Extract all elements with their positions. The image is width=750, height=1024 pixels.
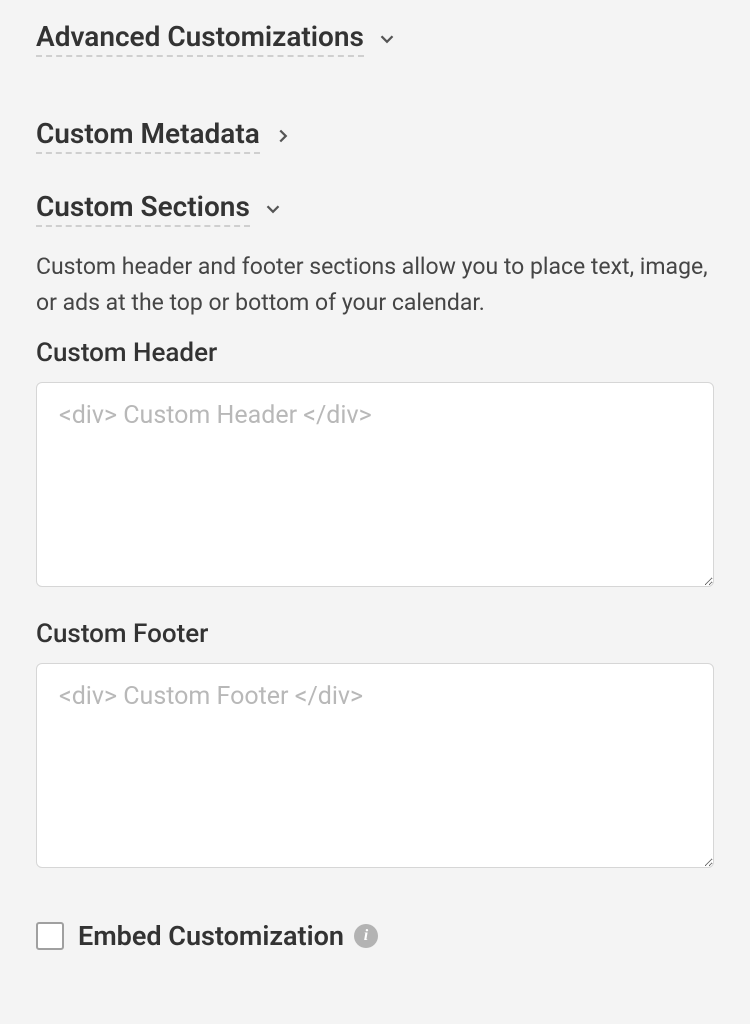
custom-metadata-title: Custom Metadata xyxy=(36,117,260,154)
chevron-down-icon xyxy=(376,28,398,50)
embed-customization-checkbox[interactable] xyxy=(36,922,64,950)
advanced-customizations-toggle[interactable]: Advanced Customizations xyxy=(36,20,714,61)
custom-header-input[interactable] xyxy=(36,382,714,587)
custom-header-label: Custom Header xyxy=(36,338,714,368)
custom-sections-title: Custom Sections xyxy=(36,190,250,227)
embed-customization-row: Embed Customization i xyxy=(36,920,714,952)
chevron-right-icon xyxy=(272,125,294,147)
advanced-customizations-title: Advanced Customizations xyxy=(36,20,364,57)
custom-sections-description: Custom header and footer sections allow … xyxy=(36,249,714,320)
custom-footer-input[interactable] xyxy=(36,663,714,868)
embed-customization-label: Embed Customization i xyxy=(78,920,378,952)
info-icon[interactable]: i xyxy=(354,924,378,948)
custom-footer-label: Custom Footer xyxy=(36,619,714,649)
custom-sections-toggle[interactable]: Custom Sections xyxy=(36,190,714,231)
custom-metadata-toggle[interactable]: Custom Metadata xyxy=(36,117,714,158)
chevron-down-icon xyxy=(262,198,284,220)
